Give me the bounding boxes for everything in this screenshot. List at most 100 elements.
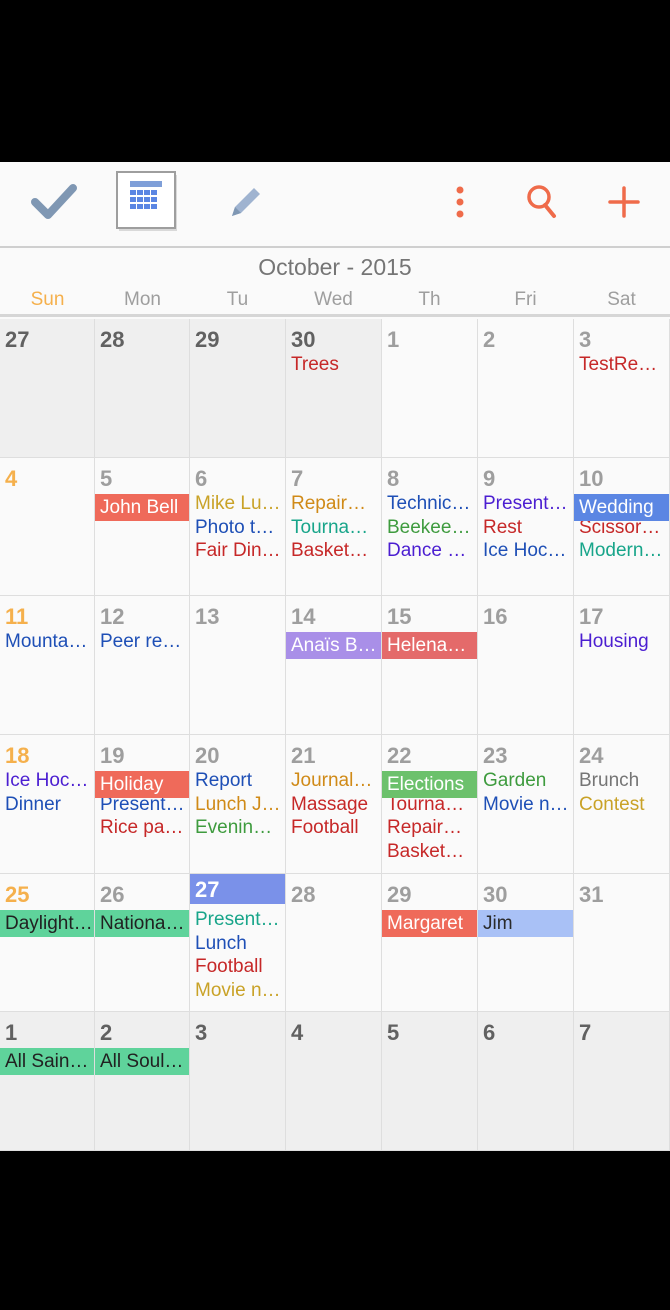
event-item[interactable]: Contest [579,793,665,817]
day-cell[interactable]: 8 Technic… Beekee… Dance e… [382,458,478,596]
day-cell[interactable]: 29 [382,874,478,1012]
event-item[interactable]: Football [195,955,281,979]
event-item[interactable]: Lunch J… [195,793,281,817]
all-day-event-bar[interactable]: Margaret [382,910,477,937]
event-item[interactable]: Repair… [387,816,473,840]
day-cell[interactable]: 26 [95,874,190,1012]
event-item[interactable]: Mounta… [5,630,90,654]
event-item[interactable]: Beekee… [387,516,473,540]
event-item[interactable]: Modern… [579,539,665,563]
event-item[interactable]: Repair… [291,492,377,516]
event-item[interactable]: Lunch [195,932,281,956]
day-cell[interactable]: 28 [95,319,190,458]
event-item[interactable]: Brunch [579,769,665,793]
day-cell[interactable]: 7 Repair… Tourna… Basketb… [286,458,382,596]
event-item[interactable]: Present… [195,908,281,932]
day-cell[interactable]: 1 [382,319,478,458]
event-item[interactable]: Mike Lu… [195,492,281,516]
day-cell[interactable]: 21 Journal… Massage Football [286,735,382,874]
event-item[interactable]: Football [291,816,377,840]
all-day-event-bar[interactable]: Anaïs B… [286,632,381,659]
day-cell[interactable]: 20 Report Lunch J… Evening… [190,735,286,874]
event-item[interactable]: Movie n… [195,979,281,1003]
event-item[interactable]: Ice Hoc… [5,769,90,793]
event-item[interactable]: Report [195,769,281,793]
day-cell[interactable]: 27 Present… Lunch Football Movie n… [190,874,286,1012]
day-cell[interactable]: 2 [95,1012,190,1151]
event-item[interactable]: Movie n… [483,793,569,817]
day-cell[interactable]: 23 Garden Movie n… [478,735,574,874]
add-event-button[interactable] [594,174,654,234]
day-cell[interactable]: 25 [0,874,95,1012]
day-cell[interactable]: 1 [0,1012,95,1151]
day-cell[interactable]: 14 [286,596,382,735]
event-item[interactable]: Housing [579,630,665,654]
day-cell[interactable]: 28 [286,874,382,1012]
day-cell[interactable]: 6 Mike Lu… Photo t… Fair Din… [190,458,286,596]
month-title[interactable]: October - 2015 [0,254,670,281]
all-day-event-bar[interactable]: John Bell [95,494,189,521]
day-cell[interactable]: 9 Present… Rest Ice Hoc… [478,458,574,596]
day-cell[interactable]: 18 Ice Hoc… Dinner [0,735,95,874]
event-item[interactable]: Fair Din… [195,539,281,563]
event-item[interactable]: Basketb… [387,840,473,864]
event-item[interactable]: Rice pa… [100,816,185,840]
day-cell[interactable]: 4 [286,1012,382,1151]
all-day-event-bar[interactable]: Daylight… [0,910,94,937]
day-cell[interactable]: 13 [190,596,286,735]
day-number: 31 [579,882,604,907]
all-day-event-bar[interactable]: Elections [382,771,477,798]
day-cell[interactable]: 27 [0,319,95,458]
event-item[interactable]: Peer re… [100,630,185,654]
day-cell[interactable]: 30 Trees [286,319,382,458]
event-item[interactable]: Tourna… [291,516,377,540]
day-cell[interactable]: 15 [382,596,478,735]
day-cell[interactable]: 3 [190,1012,286,1151]
day-cell[interactable]: 30 [478,874,574,1012]
all-day-event-bar[interactable]: Jim [478,910,573,937]
day-cell[interactable]: 19 Present… Rice pa… [95,735,190,874]
all-day-event-bar[interactable]: Wedding [574,494,669,521]
month-view-button[interactable] [116,170,180,236]
day-cell[interactable]: 29 [190,319,286,458]
day-cell[interactable]: 2 [478,319,574,458]
event-item[interactable]: Technic… [387,492,473,516]
event-item[interactable]: Garden [483,769,569,793]
day-number: 20 [195,743,220,768]
event-item[interactable]: Rest [483,516,569,540]
day-cell[interactable]: 31 [574,874,670,1012]
day-cell[interactable]: 5 [382,1012,478,1151]
day-cell[interactable]: 16 [478,596,574,735]
event-item[interactable]: Massage [291,793,377,817]
event-item[interactable]: Journal… [291,769,377,793]
more-options-button[interactable] [430,174,490,234]
event-item[interactable]: Photo t… [195,516,281,540]
all-day-event-bar[interactable]: Nationa… [95,910,189,937]
event-item[interactable]: Trees [291,353,377,377]
all-day-event-bar[interactable]: All Sain… [0,1048,94,1075]
day-cell[interactable]: 24 Brunch Contest [574,735,670,874]
event-item[interactable]: TestRe… [579,353,665,377]
all-day-event-bar[interactable]: Helena… [382,632,477,659]
check-button[interactable] [24,174,84,234]
day-cell[interactable]: 3 TestRe… [574,319,670,458]
day-cell[interactable]: 7 [574,1012,670,1151]
search-button[interactable] [512,174,572,234]
edit-button[interactable] [216,174,276,234]
all-day-event-bar[interactable]: Holiday [95,771,189,798]
day-cell[interactable]: 6 [478,1012,574,1151]
day-cell[interactable]: 11 Mounta… [0,596,95,735]
day-cell[interactable]: 10 Scissor… Modern… [574,458,670,596]
day-cell[interactable]: 12 Peer re… [95,596,190,735]
event-item[interactable]: Dinner [5,793,90,817]
day-cell[interactable]: 5 [95,458,190,596]
event-item[interactable]: Basketb… [291,539,377,563]
event-item[interactable]: Evening… [195,816,281,840]
all-day-event-bar[interactable]: All Soul… [95,1048,189,1075]
event-item[interactable]: Present… [483,492,569,516]
day-cell[interactable]: 17 Housing [574,596,670,735]
day-cell[interactable]: 4 [0,458,95,596]
day-cell[interactable]: 22 Tourna… Repair… Basketb… [382,735,478,874]
event-item[interactable]: Dance e… [387,539,473,563]
event-item[interactable]: Ice Hoc… [483,539,569,563]
